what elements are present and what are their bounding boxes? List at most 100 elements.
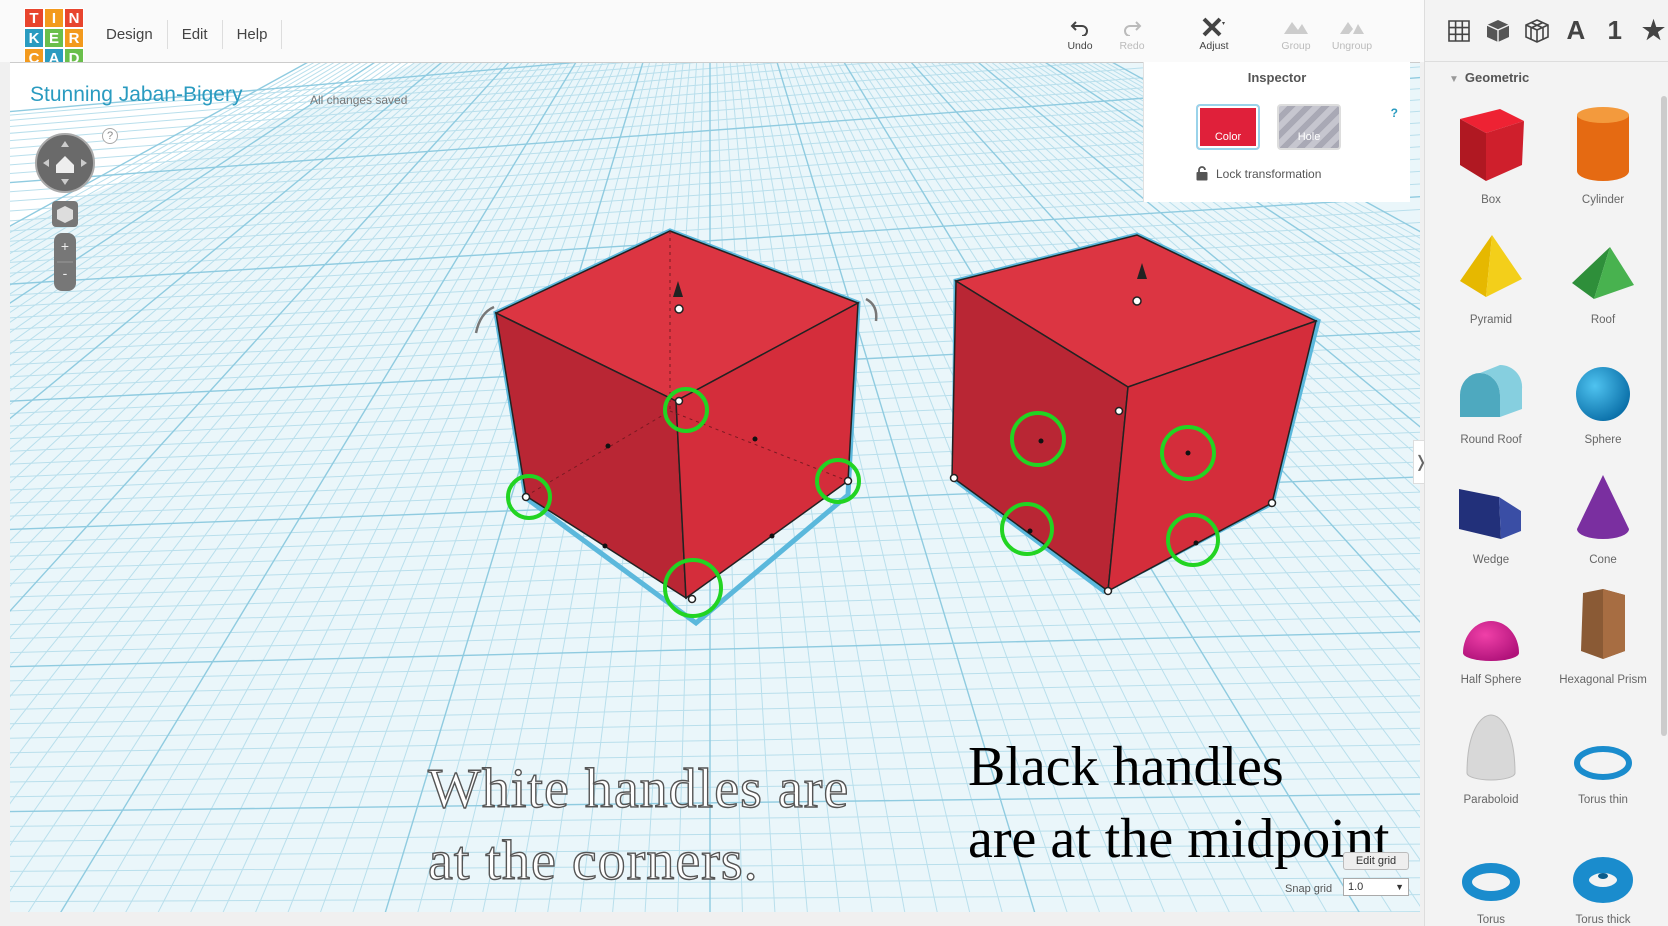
redo-icon	[1122, 14, 1142, 40]
hexagonal-prism-icon	[1573, 587, 1633, 668]
white-handle[interactable]	[1132, 296, 1142, 306]
shape-label: Box	[1481, 194, 1501, 206]
shape-torus-thin[interactable]: Torus thin	[1547, 696, 1659, 816]
black-handle[interactable]	[1038, 438, 1044, 444]
undo-label: Undo	[1067, 40, 1093, 52]
box-icon	[1454, 103, 1528, 188]
shape-wedge[interactable]: Wedge	[1435, 456, 1547, 576]
cylinder-icon	[1573, 105, 1633, 188]
grid-icon[interactable]	[1445, 14, 1474, 48]
zoom-out-icon[interactable]: -	[63, 265, 68, 281]
annotation-white-line1: White handles are	[427, 757, 850, 820]
shape-label: Cylinder	[1581, 194, 1625, 206]
black-handle[interactable]	[1193, 540, 1199, 546]
half-sphere-icon	[1460, 615, 1522, 668]
annotation-white-handles: White handles are at the corners.	[427, 753, 850, 897]
black-handle[interactable]	[1027, 528, 1033, 534]
shape-half-sphere[interactable]: Half Sphere	[1435, 576, 1547, 696]
shape-round-roof[interactable]: Round Roof	[1435, 336, 1547, 456]
snap-grid-select[interactable]: 1.0 ▼	[1343, 878, 1409, 896]
white-handle[interactable]	[674, 304, 684, 314]
white-handle[interactable]	[1103, 586, 1113, 596]
adjust-button[interactable]: Adjust	[1186, 14, 1242, 52]
black-handle[interactable]	[1185, 450, 1191, 456]
star-icon[interactable]: ★	[1639, 14, 1668, 48]
white-handle[interactable]	[949, 473, 959, 483]
hole-button[interactable]: Hole	[1277, 104, 1341, 150]
color-button[interactable]: Color	[1196, 104, 1260, 150]
menu-help[interactable]: Help	[223, 20, 283, 49]
white-handle[interactable]	[674, 396, 684, 406]
menu-design[interactable]: Design	[92, 20, 168, 49]
shape-label: Half Sphere	[1460, 674, 1522, 686]
edit-grid-button[interactable]: Edit grid	[1343, 852, 1409, 870]
white-handle[interactable]	[1114, 406, 1124, 416]
shape-label: Pyramid	[1469, 314, 1513, 326]
shape-label: Wedge	[1472, 554, 1510, 566]
undo-button[interactable]: Undo	[1052, 14, 1108, 52]
redo-button[interactable]: Redo	[1104, 14, 1160, 52]
ungroup-icon	[1338, 14, 1366, 40]
white-handle[interactable]	[1267, 498, 1277, 508]
shape-roof[interactable]: Roof	[1547, 216, 1659, 336]
adjust-icon	[1201, 14, 1227, 40]
shape-hexagonal-prism[interactable]: Hexagonal Prism	[1547, 576, 1659, 696]
shape-cone[interactable]: Cone	[1547, 456, 1659, 576]
shape-torus-thick[interactable]: Torus thick	[1547, 816, 1659, 926]
redo-label: Redo	[1119, 40, 1145, 52]
number-tool-icon[interactable]: 1	[1600, 14, 1629, 48]
geometric-title: Geometric	[1464, 70, 1530, 85]
top-toolbar: TINKERCAD Design Edit Help Undo Redo Adj…	[0, 0, 1424, 68]
menu-edit[interactable]: Edit	[168, 20, 223, 49]
white-handle[interactable]	[687, 594, 697, 604]
project-title[interactable]: Stunning Jaban-Bigery	[30, 83, 242, 107]
shape-paraboloid[interactable]: Paraboloid	[1435, 696, 1547, 816]
shape-label: Torus thin	[1578, 794, 1628, 806]
shape-pyramid[interactable]: Pyramid	[1435, 216, 1547, 336]
shape-torus[interactable]: Torus	[1435, 816, 1547, 926]
annotation-white-line2: at the corners.	[427, 829, 759, 892]
shape-cylinder[interactable]: Cylinder	[1547, 96, 1659, 216]
pyramid-icon	[1456, 231, 1526, 308]
black-handle[interactable]	[769, 533, 775, 539]
triangle-down-icon: ▼	[1449, 74, 1459, 85]
logo-letter: E	[44, 28, 64, 48]
adjust-label: Adjust	[1199, 40, 1229, 52]
ungroup-button[interactable]: Ungroup	[1324, 14, 1380, 52]
shape-label: Round Roof	[1460, 434, 1522, 446]
geometric-header[interactable]: ▼ Geometric	[1449, 70, 1529, 85]
round-roof-icon	[1456, 361, 1526, 428]
logo-letter: R	[64, 28, 84, 48]
black-handle[interactable]	[752, 436, 758, 442]
white-handle[interactable]	[843, 476, 853, 486]
text-tool-icon[interactable]: A	[1561, 14, 1590, 48]
undo-icon	[1070, 14, 1090, 40]
shapes-grid: Box Cylinder Pyramid Roof Round Roof Sphere We…	[1435, 96, 1663, 926]
torus-icon	[1461, 861, 1521, 908]
white-handle[interactable]	[521, 492, 531, 502]
paraboloid-icon	[1463, 711, 1519, 788]
logo-letter: I	[44, 8, 64, 28]
nav-help-icon[interactable]: ?	[102, 128, 118, 144]
inspector-help-icon[interactable]: ?	[1391, 106, 1398, 120]
wireframe-category-icon[interactable]	[1523, 14, 1552, 48]
shape-categories: A 1 ★	[1425, 0, 1668, 62]
box-category-icon[interactable]	[1484, 14, 1513, 48]
black-handle[interactable]	[605, 443, 611, 449]
shape-box[interactable]: Box	[1435, 96, 1547, 216]
roof-icon	[1568, 243, 1638, 308]
tinkercad-logo[interactable]: TINKERCAD	[24, 8, 84, 68]
shapes-panel: A 1 ★ ▼ Geometric Box Cylinder Pyramid Roof R…	[1424, 0, 1668, 926]
group-button[interactable]: Group	[1268, 14, 1324, 52]
inspector-title: Inspector	[1247, 70, 1307, 85]
panel-scrollbar[interactable]	[1661, 96, 1667, 736]
black-handle[interactable]	[602, 543, 608, 549]
tinkercad-app: TINKERCAD Design Edit Help Undo Redo Adj…	[0, 0, 1668, 926]
lock-transformation-toggle[interactable]: Lock transformation	[1196, 166, 1321, 181]
main-menu: Design Edit Help	[92, 20, 283, 49]
shape-sphere[interactable]: Sphere	[1547, 336, 1659, 456]
zoom-in-icon[interactable]: +	[61, 238, 69, 254]
shape-label: Roof	[1590, 314, 1616, 326]
annotation-black-line1: Black handles	[968, 736, 1284, 798]
snap-grid-value: 1.0	[1348, 881, 1364, 893]
